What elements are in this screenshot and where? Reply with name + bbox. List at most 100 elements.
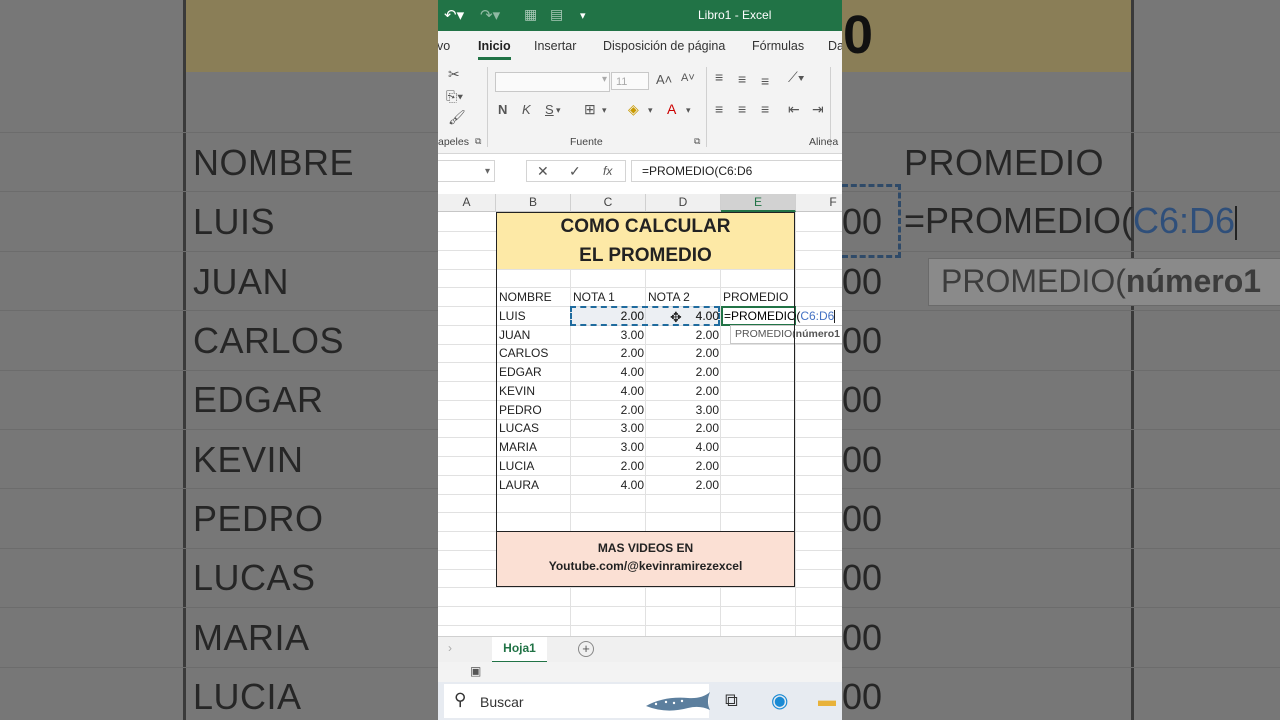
copy-icon[interactable]: ⎘▾ <box>446 88 463 105</box>
column-header-c[interactable]: C <box>571 194 646 212</box>
name-box[interactable]: ▾ <box>438 160 495 182</box>
tab-datos[interactable]: Da <box>828 39 842 53</box>
accessibility-icon[interactable]: ▣ <box>470 664 481 678</box>
background-formula-prefix: =PROMEDIO( <box>904 200 1134 241</box>
group-font-label: Fuente <box>570 136 603 148</box>
formula-input[interactable]: =PROMEDIO(C6:D6 <box>631 160 842 182</box>
underline-button[interactable]: S <box>545 102 554 117</box>
separator <box>830 67 831 147</box>
background-number: 00 <box>842 201 883 242</box>
tab-disposicion[interactable]: Disposición de página <box>603 39 725 53</box>
file-explorer-icon[interactable]: ▬ <box>818 690 836 711</box>
sheet-nav-icon[interactable]: › <box>448 641 452 655</box>
column-header-f[interactable]: F <box>796 194 842 212</box>
tab-formulas[interactable]: Fórmulas <box>752 39 804 53</box>
excel-window: ↶▾ ↷▾ ▦ ▤ ▾ Libro1 - Excel vo Inicio Ins… <box>438 0 842 720</box>
fill-color-icon[interactable]: ◈ <box>628 101 639 118</box>
tooltip-arg: número1 <box>795 328 841 340</box>
font-size-value: 11 <box>616 76 628 88</box>
borders-dropdown-icon[interactable]: ▾ <box>602 105 607 116</box>
column-header-b[interactable]: B <box>496 194 571 212</box>
tab-archivo[interactable]: vo <box>438 39 450 53</box>
background-number: 00 <box>842 676 883 717</box>
task-view-icon[interactable]: ⧉ <box>725 690 738 711</box>
background-name: CARLOS <box>193 320 345 361</box>
increase-font-icon[interactable]: A˄ <box>656 72 672 87</box>
insert-function-icon[interactable]: fx <box>603 164 612 178</box>
dialog-launcher-icon[interactable]: ⧉ <box>475 136 481 147</box>
align-bottom-icon[interactable]: ≡ <box>761 73 769 89</box>
gridline <box>438 606 842 607</box>
gridline <box>795 212 796 636</box>
background-name: PEDRO <box>193 498 324 539</box>
cut-icon[interactable]: ✂ <box>448 66 460 83</box>
undo-icon[interactable]: ↶▾ <box>444 6 464 24</box>
decrease-indent-icon[interactable]: ⇤ <box>788 101 800 118</box>
gridline <box>438 625 842 626</box>
font-dialog-launcher-icon[interactable]: ⧉ <box>694 136 700 147</box>
sheet-tab-hoja1[interactable]: Hoja1 <box>492 637 547 664</box>
background-name: NOMBRE <box>193 142 355 183</box>
formula-bar: ▾ ✕ ✓ fx =PROMEDIO(C6:D6 <box>438 158 842 186</box>
align-top-icon[interactable]: ≡ <box>715 69 723 85</box>
increase-indent-icon[interactable]: ⇥ <box>812 101 824 118</box>
tab-inicio[interactable]: Inicio <box>478 39 511 60</box>
background-gridline <box>183 0 186 720</box>
column-header-e[interactable]: E <box>721 194 796 212</box>
cancel-icon[interactable]: ✕ <box>537 163 549 180</box>
edge-icon[interactable]: ◉ <box>771 688 788 713</box>
background-name: EDGAR <box>193 379 324 420</box>
add-sheet-icon[interactable]: + <box>578 641 594 657</box>
align-left-icon[interactable]: ≡ <box>715 101 723 117</box>
column-header-d[interactable]: D <box>646 194 721 212</box>
table-icon[interactable]: ▦ <box>524 6 537 23</box>
background-name: LUCIA <box>193 676 302 717</box>
tab-insertar[interactable]: Insertar <box>534 39 576 53</box>
background-formula: =PROMEDIO(C6:D6 <box>904 200 1238 242</box>
background-number: 00 <box>842 261 883 302</box>
redo-icon[interactable]: ↷▾ <box>480 6 500 24</box>
underline-dropdown-icon[interactable]: ▾ <box>556 105 561 116</box>
separator <box>487 67 488 147</box>
align-center-icon[interactable]: ≡ <box>738 101 746 117</box>
font-size-dropdown[interactable]: 11 <box>611 72 649 90</box>
fill-dropdown-icon[interactable]: ▾ <box>648 105 653 116</box>
background-number: 00 <box>842 617 883 658</box>
background-name: KEVIN <box>193 439 304 480</box>
bold-button[interactable]: N <box>498 102 507 117</box>
whale-shark-icon <box>646 692 710 711</box>
customize-toolbar-icon[interactable]: ▾ <box>580 9 586 22</box>
sheet-tab-bar: › Hoja1 + <box>438 636 842 664</box>
background-header: PROMEDIO <box>904 142 1105 183</box>
format-painter-icon[interactable]: 🖌 <box>448 109 466 126</box>
background-name: LUIS <box>193 201 276 242</box>
active-cell-ref: C6:D6 <box>800 309 835 323</box>
background-tooltip-arg: número1 <box>1125 263 1262 299</box>
background-number: 00 <box>842 439 883 480</box>
form-icon[interactable]: ▤ <box>550 6 563 23</box>
borders-icon[interactable]: ⊞ <box>584 101 596 118</box>
formula-controls: ✕ ✓ fx <box>526 160 626 182</box>
font-color-icon[interactable]: A <box>667 101 676 117</box>
background-number: 00 <box>842 557 883 598</box>
background-gridline <box>1131 0 1134 720</box>
background-number: 00 <box>842 379 883 420</box>
font-color-dropdown-icon[interactable]: ▾ <box>686 105 691 116</box>
table-border <box>496 212 795 587</box>
decrease-font-icon[interactable]: A˅ <box>681 72 695 84</box>
italic-button[interactable]: K <box>522 102 531 117</box>
search-label: Buscar <box>480 694 524 710</box>
windows-taskbar: ⚲ Buscar ⧉ ◉ ▬ <box>438 682 842 720</box>
enter-icon[interactable]: ✓ <box>569 163 581 180</box>
orientation-icon[interactable]: ⟋▾ <box>788 69 805 86</box>
background-number: 00 <box>842 498 883 539</box>
column-header-a[interactable]: A <box>438 194 496 212</box>
font-name-dropdown[interactable]: ▾ <box>495 72 610 92</box>
background-number: 00 <box>842 320 883 361</box>
align-middle-icon[interactable]: ≡ <box>738 71 746 87</box>
ribbon-tabs: vo Inicio Insertar Disposición de página… <box>438 31 842 61</box>
spreadsheet-grid[interactable]: A B C D E F COMO CALCULAR EL PROMEDIO NO… <box>438 194 842 636</box>
align-right-icon[interactable]: ≡ <box>761 101 769 117</box>
taskbar-search[interactable]: ⚲ Buscar <box>444 684 710 718</box>
background-title-fragment: 0 <box>843 5 874 65</box>
